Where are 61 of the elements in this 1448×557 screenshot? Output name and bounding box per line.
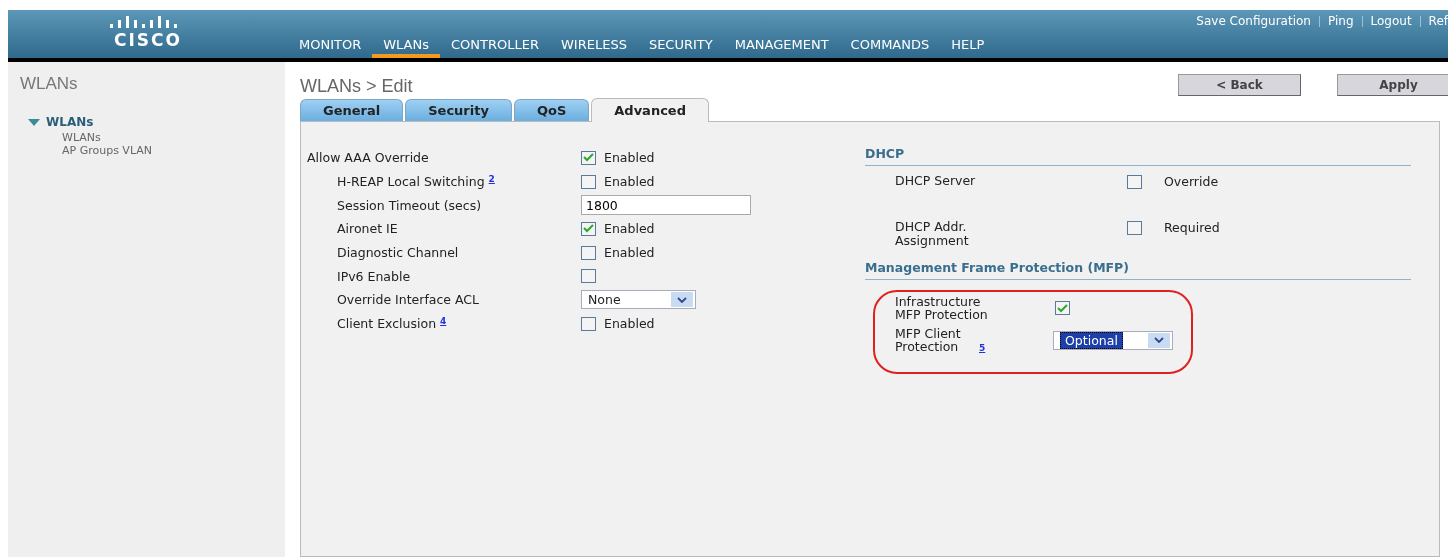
header-link[interactable]: Logout — [1370, 14, 1412, 28]
checkbox[interactable] — [581, 245, 596, 260]
section-heading: DHCP — [865, 146, 1411, 166]
checkbox[interactable] — [581, 221, 596, 236]
sidebar-item[interactable]: WLANs — [62, 131, 285, 144]
option-label: Enabled — [604, 150, 655, 166]
field-label: DHCP Server — [895, 174, 977, 188]
nav-menu-item[interactable]: MONITOR — [288, 36, 373, 58]
tab[interactable]: QoS — [513, 99, 590, 121]
page-title: WLANs > Edit — [300, 76, 413, 97]
option-label: Enabled — [604, 316, 655, 332]
nav-menu-item[interactable]: CONTROLLER — [440, 36, 550, 58]
option-label: Enabled — [604, 174, 655, 190]
checkbox[interactable] — [1127, 220, 1142, 235]
field-label: Session Timeout (secs) — [337, 197, 482, 213]
field-label: H-REAP Local Switching — [337, 174, 485, 190]
field-label: Diagnostic Channel — [337, 245, 459, 261]
footnote-link[interactable]: 4 — [440, 316, 447, 327]
tab[interactable]: Advanced — [591, 98, 709, 122]
field-label: Allow AAA Override — [307, 150, 429, 166]
action-button[interactable]: Apply — [1337, 74, 1448, 96]
checkbox[interactable] — [1127, 174, 1142, 189]
field-label: DHCP Addr. Assignment — [895, 220, 970, 248]
caret-icon — [671, 292, 693, 308]
sidebar-section[interactable]: WLANs — [46, 114, 94, 129]
dropdown[interactable]: None — [581, 290, 696, 310]
header-link[interactable]: Ping — [1327, 14, 1354, 28]
option-label: Required — [1164, 220, 1220, 235]
footnote-link[interactable]: 5 — [979, 343, 986, 353]
nav-menu-item[interactable]: WIRELESS — [550, 36, 638, 58]
dropdown[interactable]: Optional — [1053, 330, 1173, 350]
field-label: Client Exclusion — [337, 316, 437, 332]
checkbox[interactable] — [581, 150, 596, 165]
tab[interactable]: General — [300, 99, 404, 121]
header-link[interactable]: Ref — [1428, 14, 1448, 28]
option-label: Override — [1164, 174, 1219, 189]
action-button[interactable]: < Back — [1178, 74, 1301, 96]
option-label: Enabled — [604, 245, 655, 261]
section-heading: Management Frame Protection (MFP) — [865, 260, 1411, 280]
nav-menu-item[interactable]: COMMANDS — [839, 36, 941, 58]
footnote-link[interactable]: 2 — [488, 174, 495, 185]
field-label: IPv6 Enable — [337, 268, 411, 284]
checkbox[interactable] — [581, 316, 596, 331]
option-label: Enabled — [604, 221, 655, 237]
field-label: Infrastructure MFP Protection — [895, 295, 989, 321]
tab[interactable]: Security — [405, 99, 512, 121]
nav-menu-item[interactable]: MANAGEMENT — [723, 36, 840, 58]
checkbox[interactable] — [1055, 301, 1070, 315]
sidebar-item[interactable]: AP Groups VLAN — [62, 144, 285, 157]
input-field[interactable]: 1800 — [581, 195, 751, 216]
field-label: Override Interface ACL — [337, 292, 480, 308]
checkbox[interactable] — [581, 269, 596, 284]
nav-menu-item[interactable]: HELP — [940, 36, 996, 58]
nav-menu-item[interactable]: SECURITY — [637, 36, 724, 58]
logo: CISCO — [114, 30, 182, 50]
caret-icon — [1148, 332, 1170, 348]
header-link[interactable]: Save Configuration — [1196, 14, 1311, 28]
checkbox[interactable] — [581, 174, 596, 189]
field-label: MFP Client Protection — [895, 327, 962, 353]
sidebar-title: WLANs — [20, 74, 79, 94]
field-label: Aironet IE — [337, 221, 398, 237]
